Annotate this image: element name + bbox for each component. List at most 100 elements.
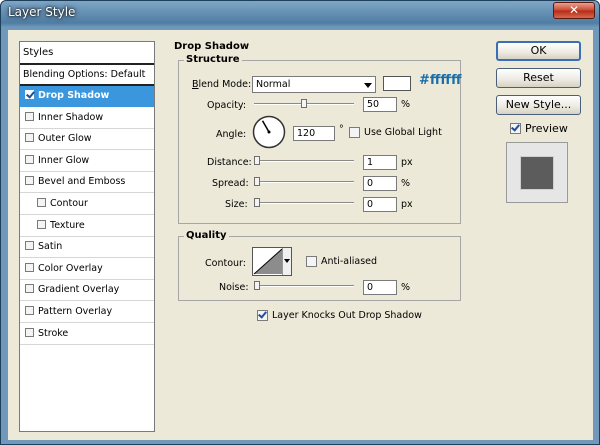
contour-dropdown[interactable] bbox=[282, 248, 291, 275]
use-global-light-checkbox[interactable] bbox=[349, 127, 364, 140]
spread-slider-thumb[interactable] bbox=[254, 177, 260, 186]
style-item-checkbox[interactable] bbox=[37, 219, 46, 229]
style-item-checkbox[interactable] bbox=[25, 306, 34, 315]
style-item-contour[interactable]: Contour bbox=[20, 194, 154, 215]
style-item-label: Bevel and Emboss bbox=[38, 176, 126, 188]
anti-aliased-box[interactable] bbox=[306, 256, 317, 267]
opacity-input[interactable]: 50 bbox=[363, 97, 397, 112]
style-item-pattern-overlay[interactable]: Pattern Overlay bbox=[20, 302, 154, 323]
style-item-bevel-and-emboss[interactable]: Bevel and Emboss bbox=[20, 172, 154, 194]
distance-slider-track bbox=[254, 160, 354, 162]
style-item-checkbox[interactable] bbox=[25, 90, 34, 99]
blend-mode-select[interactable]: Normal bbox=[252, 76, 376, 93]
style-item-outer-glow[interactable]: Outer Glow bbox=[20, 129, 154, 151]
noise-slider[interactable] bbox=[254, 281, 354, 291]
section-title: Drop Shadow bbox=[174, 41, 250, 52]
style-item-checkbox[interactable] bbox=[25, 133, 34, 143]
noise-slider-track bbox=[254, 285, 354, 287]
distance-input[interactable]: 1 bbox=[363, 155, 397, 170]
spread-input[interactable]: 0 bbox=[363, 176, 397, 191]
opacity-slider[interactable] bbox=[254, 99, 354, 109]
style-item-inner-shadow[interactable]: Inner Shadow bbox=[20, 108, 154, 129]
opacity-slider-thumb[interactable] bbox=[301, 99, 307, 108]
style-item-label: Color Overlay bbox=[38, 262, 103, 274]
angle-unit: ° bbox=[339, 124, 344, 135]
opacity-label: Opacity: bbox=[207, 100, 247, 111]
style-item-checkbox[interactable] bbox=[25, 176, 34, 186]
structure-title: Structure bbox=[184, 54, 242, 65]
noise-label: Noise: bbox=[219, 282, 249, 293]
contour-picker[interactable] bbox=[252, 247, 292, 276]
distance-label: Distance: bbox=[207, 157, 252, 168]
spread-slider[interactable] bbox=[254, 177, 354, 187]
style-item-label: Satin bbox=[38, 241, 63, 253]
angle-dial[interactable] bbox=[252, 115, 286, 149]
shadow-color-swatch[interactable] bbox=[383, 76, 411, 91]
preview-thumbnail bbox=[506, 142, 568, 203]
distance-unit: px bbox=[401, 157, 413, 168]
blending-options-item[interactable]: Blending Options: Default bbox=[20, 65, 154, 86]
angle-input[interactable]: 120 bbox=[293, 126, 335, 141]
preview-swatch bbox=[521, 157, 553, 189]
style-item-satin[interactable]: Satin bbox=[20, 237, 154, 259]
angle-dial-icon bbox=[252, 115, 286, 149]
style-item-gradient-overlay[interactable]: Gradient Overlay bbox=[20, 280, 154, 302]
noise-slider-thumb[interactable] bbox=[254, 281, 260, 290]
distance-slider-thumb[interactable] bbox=[254, 156, 260, 165]
style-item-color-overlay[interactable]: Color Overlay bbox=[20, 259, 154, 280]
style-item-stroke[interactable]: Stroke bbox=[20, 324, 154, 345]
style-item-inner-glow[interactable]: Inner Glow bbox=[20, 151, 154, 172]
opacity-unit: % bbox=[401, 99, 411, 110]
style-item-drop-shadow[interactable]: Drop Shadow bbox=[20, 86, 154, 107]
style-item-checkbox[interactable] bbox=[25, 284, 34, 294]
style-item-label: Gradient Overlay bbox=[38, 284, 120, 296]
size-slider-thumb[interactable] bbox=[254, 198, 260, 207]
noise-input[interactable]: 0 bbox=[363, 280, 397, 295]
style-item-label: Contour bbox=[50, 198, 88, 209]
preview-box[interactable] bbox=[510, 123, 521, 134]
shadow-color-hex: #ffffff bbox=[419, 73, 462, 88]
style-item-label: Outer Glow bbox=[38, 133, 92, 145]
preview-label: Preview bbox=[525, 122, 568, 135]
knocks-out-checkbox[interactable] bbox=[257, 310, 272, 323]
close-button[interactable]: ✕ bbox=[553, 2, 595, 19]
angle-label: Angle: bbox=[216, 129, 247, 140]
quality-title: Quality bbox=[184, 230, 229, 241]
size-label: Size: bbox=[225, 199, 248, 210]
chevron-down-icon bbox=[284, 259, 290, 263]
contour-linear-icon bbox=[253, 248, 283, 275]
style-item-checkbox[interactable] bbox=[25, 327, 34, 337]
preview-checkbox[interactable] bbox=[510, 123, 525, 136]
style-item-label: Stroke bbox=[38, 327, 69, 339]
size-slider-track bbox=[254, 202, 354, 204]
styles-list: Styles Blending Options: Default Drop Sh… bbox=[19, 41, 155, 432]
chevron-down-icon bbox=[364, 83, 372, 88]
size-input[interactable]: 0 bbox=[363, 197, 397, 212]
anti-aliased-checkbox[interactable] bbox=[306, 256, 321, 269]
blend-mode-value: Normal bbox=[256, 79, 291, 90]
use-global-light-box[interactable] bbox=[349, 127, 360, 138]
style-item-checkbox[interactable] bbox=[25, 241, 34, 251]
close-icon: ✕ bbox=[568, 3, 580, 17]
spread-slider-track bbox=[254, 181, 354, 183]
knocks-out-box[interactable] bbox=[257, 310, 268, 321]
style-item-label: Texture bbox=[50, 219, 85, 231]
distance-slider[interactable] bbox=[254, 156, 354, 166]
spread-unit: % bbox=[401, 178, 411, 189]
style-item-checkbox[interactable] bbox=[25, 154, 34, 164]
styles-header: Styles bbox=[20, 42, 154, 65]
style-item-label: Inner Glow bbox=[38, 154, 90, 166]
knocks-out-label: Layer Knocks Out Drop Shadow bbox=[272, 310, 422, 321]
ok-button[interactable]: OK bbox=[496, 41, 581, 61]
size-slider[interactable] bbox=[254, 198, 354, 208]
style-item-label: Inner Shadow bbox=[38, 111, 104, 123]
style-item-checkbox[interactable] bbox=[25, 262, 34, 272]
style-item-texture[interactable]: Texture bbox=[20, 216, 154, 237]
style-item-label: Drop Shadow bbox=[38, 90, 110, 101]
dialog-client: Styles Blending Options: Default Drop Sh… bbox=[8, 30, 593, 440]
new-style-button[interactable]: New Style... bbox=[496, 95, 581, 115]
reset-button[interactable]: Reset bbox=[496, 68, 581, 88]
contour-label: Contour: bbox=[205, 258, 246, 269]
style-item-checkbox[interactable] bbox=[25, 111, 34, 121]
style-item-checkbox[interactable] bbox=[37, 198, 46, 207]
